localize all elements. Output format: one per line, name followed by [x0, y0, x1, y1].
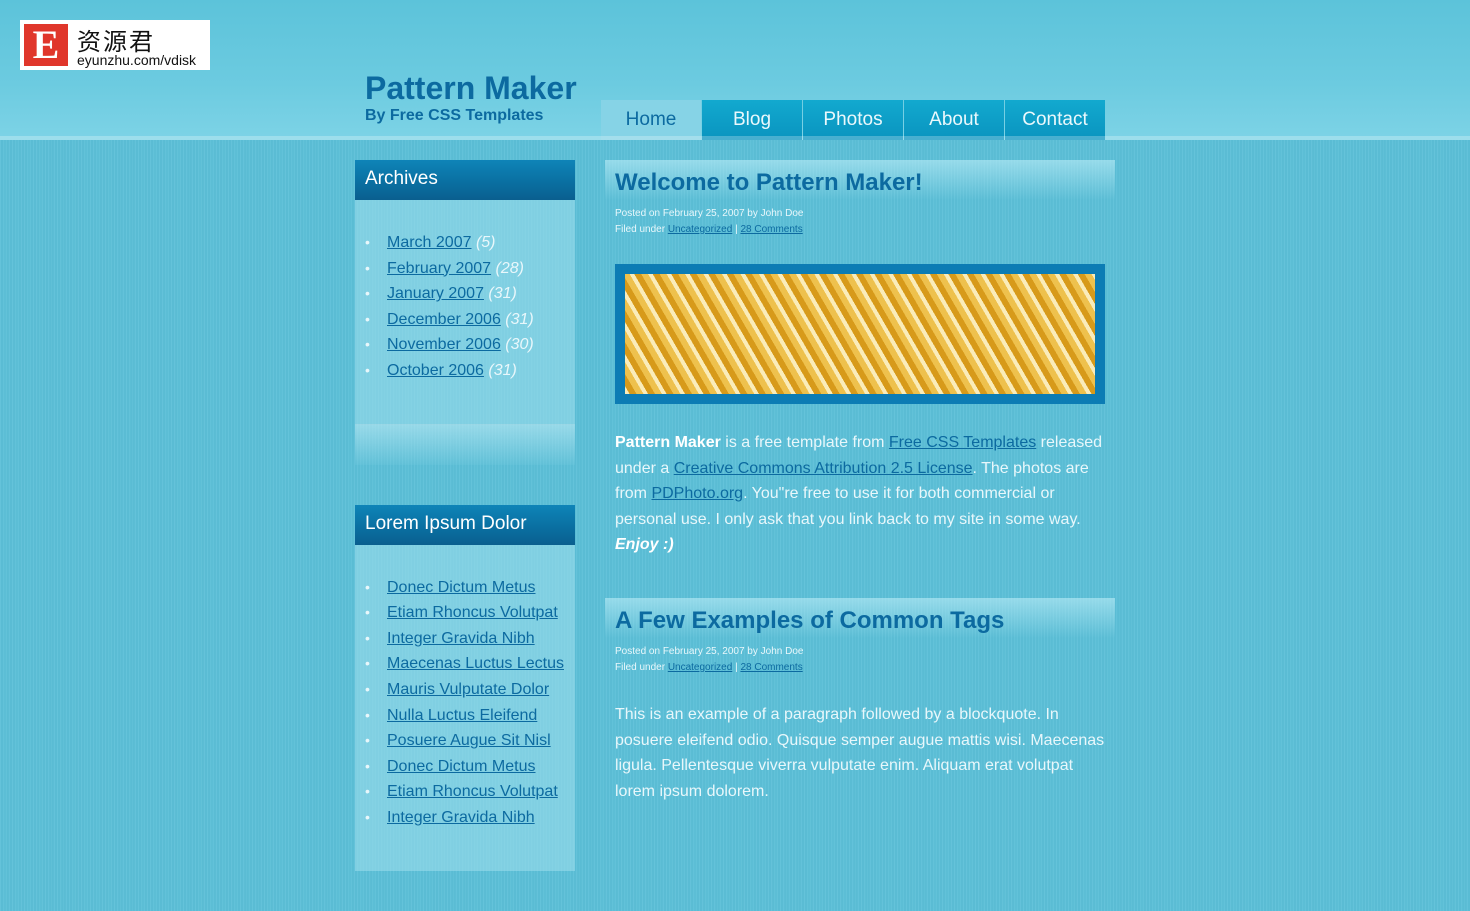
- list-item: January 2007 (31): [365, 281, 575, 307]
- archive-link[interactable]: January 2007: [387, 285, 484, 302]
- nav-photos[interactable]: Photos: [803, 100, 903, 140]
- enjoy-text: Enjoy :): [615, 536, 674, 554]
- archive-count: (5): [475, 234, 496, 251]
- bold-name: Pattern Maker: [615, 434, 721, 451]
- archive-count: (31): [505, 310, 534, 328]
- comments-link[interactable]: 28 Comments: [740, 224, 802, 235]
- archive-link[interactable]: October 2006: [387, 362, 484, 379]
- archive-count: (30): [505, 336, 534, 354]
- sidebar-divider: [355, 423, 575, 465]
- free-css-templates-link[interactable]: Free CSS Templates: [889, 434, 1036, 451]
- category-link[interactable]: Uncategorized: [668, 224, 732, 235]
- post-title-bar: Welcome to Pattern Maker!: [605, 160, 1115, 200]
- archive-link[interactable]: December 2006: [387, 311, 501, 328]
- archive-count: (31): [488, 361, 517, 379]
- post-paragraph: Pattern Maker is a free template from Fr…: [615, 430, 1105, 558]
- category-link[interactable]: Uncategorized: [668, 662, 732, 673]
- lorem-link[interactable]: Integer Gravida Nibh: [387, 809, 535, 826]
- post-entry: This is an example of a paragraph follow…: [605, 676, 1115, 804]
- list-item: Etiam Rhoncus Volutpat: [365, 600, 575, 626]
- header: E 资源君 eyunzhu.com/vdisk Pattern Maker By…: [0, 0, 1470, 140]
- lorem-box: Lorem Ipsum Dolor Donec Dictum Metus Eti…: [355, 504, 575, 871]
- list-item: February 2007 (28): [365, 256, 575, 282]
- filed-label: Filed under: [615, 224, 668, 235]
- post-title-bar: A Few Examples of Common Tags: [605, 597, 1115, 638]
- archives-title: Archives: [355, 160, 575, 200]
- logo-url-text: eyunzhu.com/vdisk: [77, 52, 197, 68]
- post-meta: Posted on February 25, 2007 by John Doe …: [605, 644, 1115, 676]
- post-date: Posted on February 25, 2007 by John Doe: [615, 208, 804, 219]
- site-subtitle: By Free CSS Templates: [365, 107, 544, 124]
- post-filed: Filed under Uncategorized | 28 Comments: [615, 222, 1115, 238]
- site-title[interactable]: Pattern Maker: [365, 70, 577, 107]
- list-item: Etiam Rhoncus Volutpat: [365, 779, 575, 805]
- lorem-link[interactable]: Nulla Luctus Eleifend: [387, 707, 537, 724]
- lorem-link[interactable]: Posuere Augue Sit Nisl: [387, 732, 551, 749]
- list-item: Donec Dictum Metus: [365, 754, 575, 780]
- lorem-link[interactable]: Donec Dictum Metus: [387, 579, 536, 596]
- post-entry: Pattern Maker is a free template from Fr…: [605, 238, 1115, 558]
- post: A Few Examples of Common Tags Posted on …: [605, 597, 1115, 804]
- post-date: Posted on February 25, 2007 by John Doe: [615, 645, 804, 657]
- lorem-link[interactable]: Mauris Vulputate Dolor: [387, 681, 549, 698]
- list-item: March 2007 (5): [365, 230, 575, 256]
- watermark-logo: E 资源君 eyunzhu.com/vdisk: [20, 20, 210, 70]
- lorem-link[interactable]: Etiam Rhoncus Volutpat: [387, 783, 558, 800]
- lorem-list: Donec Dictum Metus Etiam Rhoncus Volutpa…: [355, 545, 575, 871]
- list-item: Mauris Vulputate Dolor: [365, 677, 575, 703]
- pattern-image: [625, 274, 1095, 394]
- main-nav: Home Blog Photos About Contact: [601, 100, 1106, 140]
- list-item: Maecenas Luctus Lectus: [365, 651, 575, 677]
- post-title[interactable]: Welcome to Pattern Maker!: [615, 160, 1115, 206]
- archive-link[interactable]: March 2007: [387, 234, 472, 251]
- text: is a free template from: [720, 434, 889, 451]
- lorem-link[interactable]: Donec Dictum Metus: [387, 758, 536, 775]
- logo-e-icon: E: [24, 24, 68, 66]
- list-item: Nulla Luctus Eleifend: [365, 703, 575, 729]
- archives-box: Archives March 2007 (5) February 2007 (2…: [355, 160, 575, 424]
- post-filed: Filed under Uncategorized | 28 Comments: [615, 660, 1115, 676]
- pattern-image-frame: [615, 264, 1105, 404]
- post-paragraph: This is an example of a paragraph follow…: [615, 705, 1105, 800]
- nav-contact[interactable]: Contact: [1005, 100, 1105, 140]
- lorem-title: Lorem Ipsum Dolor: [355, 504, 575, 545]
- nav-about[interactable]: About: [904, 100, 1004, 140]
- nav-home[interactable]: Home: [601, 100, 701, 140]
- sidebar: Archives March 2007 (5) February 2007 (2…: [355, 160, 575, 911]
- lorem-link[interactable]: Integer Gravida Nibh: [387, 630, 535, 647]
- list-item: Donec Dictum Metus: [365, 575, 575, 601]
- list-item: November 2006 (30): [365, 332, 575, 358]
- pdphoto-link[interactable]: PDPhoto.org: [651, 485, 743, 502]
- archive-link[interactable]: February 2007: [387, 260, 491, 277]
- list-item: October 2006 (31): [365, 358, 575, 384]
- archive-count: (31): [488, 285, 517, 303]
- nav-blog[interactable]: Blog: [702, 100, 802, 140]
- post-title[interactable]: A Few Examples of Common Tags: [615, 598, 1115, 644]
- lorem-link[interactable]: Maecenas Luctus Lectus: [387, 655, 564, 672]
- content: Welcome to Pattern Maker! Posted on Febr…: [605, 160, 1115, 829]
- lorem-link[interactable]: Etiam Rhoncus Volutpat: [387, 604, 558, 621]
- post-meta: Posted on February 25, 2007 by John Doe …: [605, 206, 1115, 238]
- list-item: Integer Gravida Nibh: [365, 626, 575, 652]
- license-link[interactable]: Creative Commons Attribution 2.5 License: [674, 460, 973, 477]
- filed-label: Filed under: [615, 661, 668, 673]
- list-item: December 2006 (31): [365, 307, 575, 333]
- post: Welcome to Pattern Maker! Posted on Febr…: [605, 160, 1115, 558]
- list-item: Integer Gravida Nibh: [365, 805, 575, 831]
- list-item: Posuere Augue Sit Nisl: [365, 728, 575, 754]
- archive-link[interactable]: November 2006: [387, 336, 501, 353]
- comments-link[interactable]: 28 Comments: [740, 662, 802, 673]
- archive-count: (28): [495, 259, 524, 277]
- archives-list: March 2007 (5) February 2007 (28) Januar…: [355, 200, 575, 424]
